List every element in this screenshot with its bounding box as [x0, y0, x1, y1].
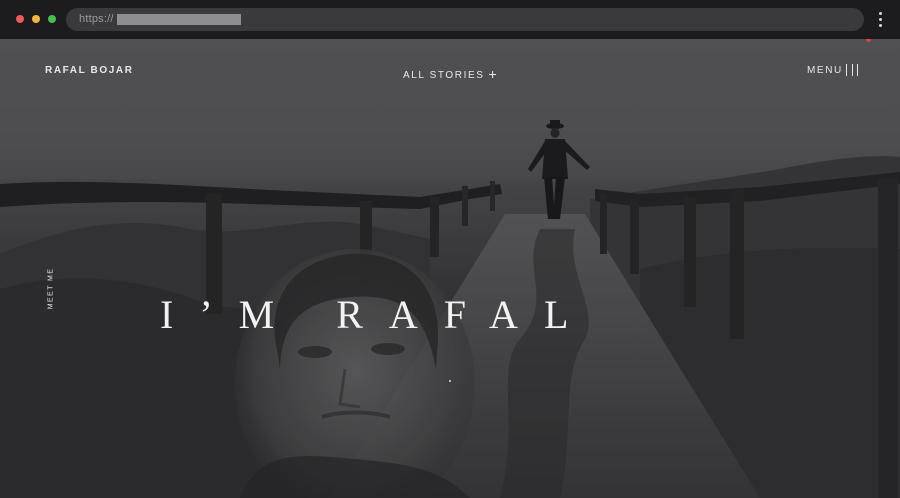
- maximize-window-button[interactable]: [48, 15, 56, 23]
- hero-headline: I’M RAFAL: [160, 291, 595, 337]
- scroll-indicator-dot: [449, 380, 451, 382]
- hero-section: RAFAL BOJAR ALL STORIES + MENU MEET ME I’…: [0, 39, 900, 498]
- all-stories-link[interactable]: ALL STORIES +: [403, 65, 497, 82]
- plus-icon: +: [488, 66, 497, 82]
- url-scheme: https://: [79, 13, 114, 25]
- browser-chrome: https://: [0, 0, 900, 40]
- close-window-button[interactable]: [16, 15, 24, 23]
- hamburger-lines-icon[interactable]: [846, 64, 858, 76]
- all-stories-label: ALL STORIES: [403, 70, 485, 81]
- brand-logo-link[interactable]: RAFAL BOJAR: [45, 65, 134, 76]
- minimize-window-button[interactable]: [32, 15, 40, 23]
- meet-me-side-label: MEET ME: [47, 267, 55, 310]
- kebab-menu-icon[interactable]: [877, 12, 883, 30]
- url-redacted-block: [117, 14, 241, 25]
- menu-link[interactable]: MENU: [807, 65, 843, 76]
- address-bar[interactable]: https://: [66, 8, 864, 31]
- hero-background-photo: [0, 39, 900, 498]
